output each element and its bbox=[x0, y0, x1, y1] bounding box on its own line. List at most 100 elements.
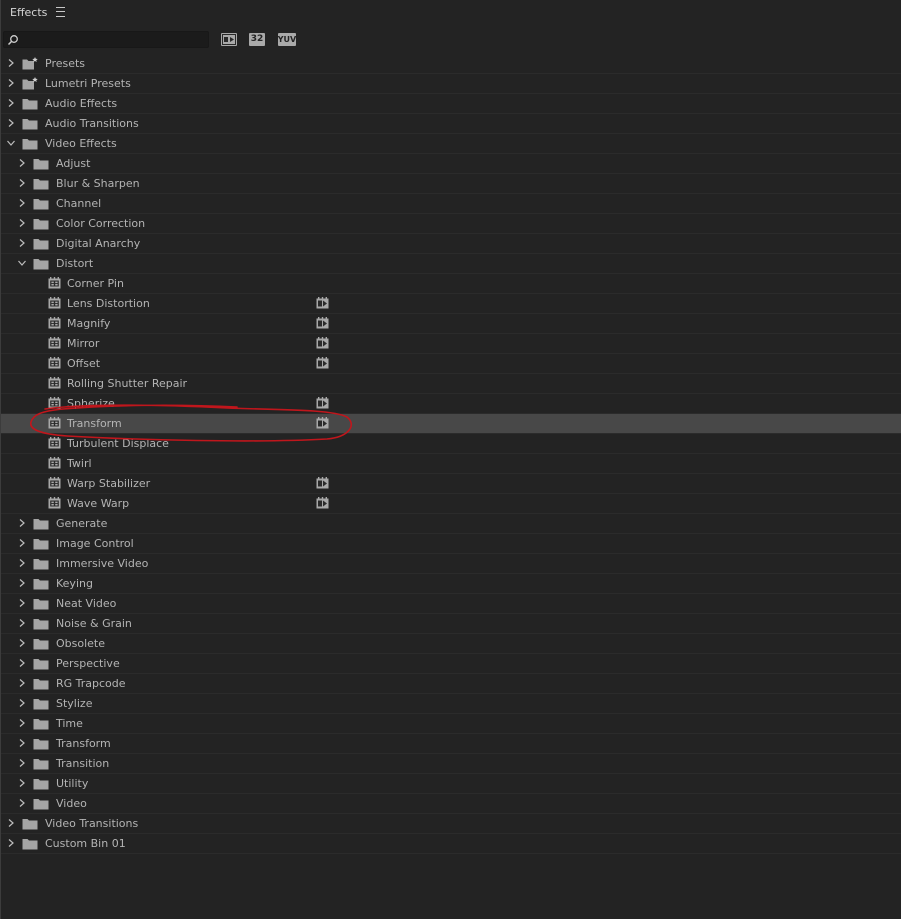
search-icon bbox=[7, 34, 18, 45]
effect-row[interactable]: Turbulent Displace bbox=[1, 434, 901, 454]
folder-row[interactable]: Presets bbox=[1, 54, 901, 74]
accelerated-effect-icon bbox=[316, 397, 329, 409]
folder-icon bbox=[33, 719, 49, 730]
folder-row[interactable]: Noise & Grain bbox=[1, 614, 901, 634]
folder-row[interactable]: Channel bbox=[1, 194, 901, 214]
folder-row[interactable]: Custom Bin 01 bbox=[1, 834, 901, 854]
accelerated-effect-icon bbox=[316, 357, 329, 369]
effect-row[interactable]: Lens Distortion bbox=[1, 294, 901, 314]
effect-row[interactable]: Offset bbox=[1, 354, 901, 374]
effect-row[interactable]: Spherize bbox=[1, 394, 901, 414]
chevron-right-icon[interactable] bbox=[7, 119, 15, 127]
folder-icon bbox=[22, 819, 38, 830]
chevron-right-icon[interactable] bbox=[7, 79, 15, 87]
folder-icon bbox=[22, 99, 38, 110]
chevron-right-icon[interactable] bbox=[18, 179, 26, 187]
chevron-right-icon[interactable] bbox=[18, 579, 26, 587]
chevron-right-icon[interactable] bbox=[18, 599, 26, 607]
chevron-right-icon[interactable] bbox=[18, 699, 26, 707]
chevron-right-icon[interactable] bbox=[18, 619, 26, 627]
folder-row[interactable]: Generate bbox=[1, 514, 901, 534]
effect-row[interactable]: Warp Stabilizer bbox=[1, 474, 901, 494]
folder-row[interactable]: Lumetri Presets bbox=[1, 74, 901, 94]
effect-icon bbox=[48, 417, 61, 429]
chevron-right-icon[interactable] bbox=[18, 559, 26, 567]
folder-row[interactable]: Color Correction bbox=[1, 214, 901, 234]
effect-label: Rolling Shutter Repair bbox=[67, 377, 188, 390]
folder-row[interactable]: Audio Effects bbox=[1, 94, 901, 114]
folder-label: Audio Effects bbox=[45, 97, 118, 110]
chevron-right-icon[interactable] bbox=[18, 639, 26, 647]
yuv-filter-button[interactable]: YUV bbox=[277, 32, 297, 46]
folder-label: Neat Video bbox=[56, 597, 117, 610]
folder-row[interactable]: Transition bbox=[1, 754, 901, 774]
chevron-right-icon[interactable] bbox=[18, 799, 26, 807]
folder-row[interactable]: Time bbox=[1, 714, 901, 734]
folder-icon bbox=[33, 259, 49, 270]
folder-row[interactable]: Neat Video bbox=[1, 594, 901, 614]
search-box[interactable] bbox=[3, 30, 209, 48]
effect-row[interactable]: Magnify bbox=[1, 314, 901, 334]
accelerated-effects-filter-button[interactable] bbox=[221, 32, 237, 46]
folder-row[interactable]: Transform bbox=[1, 734, 901, 754]
folder-row[interactable]: Stylize bbox=[1, 694, 901, 714]
chevron-right-icon[interactable] bbox=[18, 519, 26, 527]
effect-row[interactable]: Wave Warp bbox=[1, 494, 901, 514]
folder-label: Digital Anarchy bbox=[56, 237, 141, 250]
chevron-right-icon[interactable] bbox=[7, 99, 15, 107]
32-bit-filter-button[interactable]: 32 bbox=[249, 32, 265, 46]
effect-row[interactable]: Mirror bbox=[1, 334, 901, 354]
chevron-right-icon[interactable] bbox=[18, 679, 26, 687]
chevron-right-icon[interactable] bbox=[18, 539, 26, 547]
folder-row[interactable]: Video Effects bbox=[1, 134, 901, 154]
folder-row[interactable]: Digital Anarchy bbox=[1, 234, 901, 254]
chevron-right-icon[interactable] bbox=[18, 219, 26, 227]
chevron-right-icon[interactable] bbox=[18, 199, 26, 207]
folder-label: Transition bbox=[56, 757, 110, 770]
chevron-right-icon[interactable] bbox=[18, 719, 26, 727]
folder-row[interactable]: Video Transitions bbox=[1, 814, 901, 834]
accelerated-effect-icon bbox=[316, 297, 329, 309]
chevron-right-icon[interactable] bbox=[18, 159, 26, 167]
chevron-right-icon[interactable] bbox=[18, 779, 26, 787]
chevron-right-icon[interactable] bbox=[18, 739, 26, 747]
folder-row[interactable]: Video bbox=[1, 794, 901, 814]
chevron-right-icon[interactable] bbox=[18, 759, 26, 767]
effect-icon bbox=[48, 337, 61, 349]
folder-icon bbox=[33, 599, 49, 610]
chevron-right-icon[interactable] bbox=[7, 819, 15, 827]
folder-row[interactable]: Audio Transitions bbox=[1, 114, 901, 134]
folder-row[interactable]: Perspective bbox=[1, 654, 901, 674]
chevron-right-icon[interactable] bbox=[18, 239, 26, 247]
search-input[interactable] bbox=[20, 31, 206, 47]
folder-row[interactable]: Image Control bbox=[1, 534, 901, 554]
folder-icon bbox=[33, 539, 49, 550]
folder-row[interactable]: RG Trapcode bbox=[1, 674, 901, 694]
effect-row[interactable]: Corner Pin bbox=[1, 274, 901, 294]
effect-label: Turbulent Displace bbox=[67, 437, 169, 450]
folder-row[interactable]: Blur & Sharpen bbox=[1, 174, 901, 194]
chevron-right-icon[interactable] bbox=[18, 659, 26, 667]
folder-label: Channel bbox=[56, 197, 102, 210]
folder-row[interactable]: Keying bbox=[1, 574, 901, 594]
effect-row[interactable]: Transform bbox=[1, 414, 901, 434]
folder-row[interactable]: Immersive Video bbox=[1, 554, 901, 574]
panel-menu-icon[interactable] bbox=[56, 7, 66, 17]
effect-row[interactable]: Twirl bbox=[1, 454, 901, 474]
folder-label: Video bbox=[56, 797, 87, 810]
chevron-down-icon[interactable] bbox=[7, 139, 15, 147]
folder-row[interactable]: Utility bbox=[1, 774, 901, 794]
chevron-right-icon[interactable] bbox=[7, 59, 15, 67]
folder-row[interactable]: Distort bbox=[1, 254, 901, 274]
yuv-label: YUV bbox=[277, 34, 297, 44]
chevron-down-icon[interactable] bbox=[18, 259, 26, 267]
accelerated-effect-icon bbox=[316, 417, 329, 429]
effect-label: Transform bbox=[67, 417, 122, 430]
chevron-right-icon[interactable] bbox=[7, 839, 15, 847]
panel-title[interactable]: Effects bbox=[10, 6, 47, 19]
folder-row[interactable]: Adjust bbox=[1, 154, 901, 174]
folder-row[interactable]: Obsolete bbox=[1, 634, 901, 654]
accelerated-effect-icon bbox=[316, 477, 329, 489]
effect-row[interactable]: Rolling Shutter Repair bbox=[1, 374, 901, 394]
32-bit-label: 32 bbox=[250, 34, 264, 44]
